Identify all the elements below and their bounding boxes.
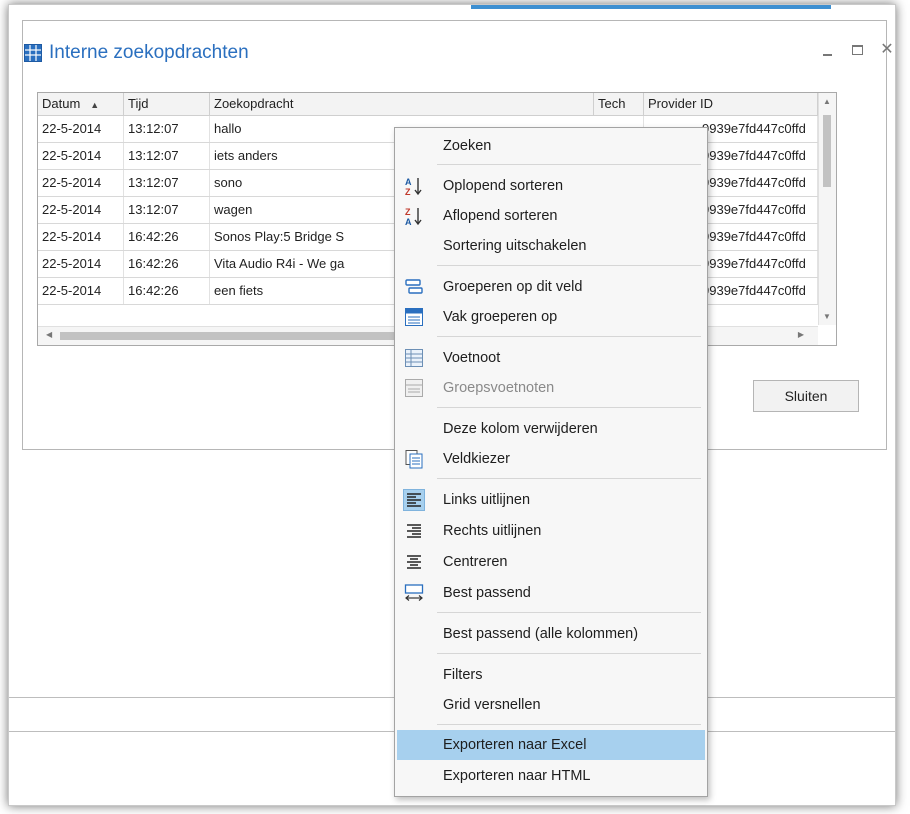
menu-separator	[437, 478, 701, 479]
cell-tijd: 13:12:07	[124, 116, 210, 142]
menu-item-best-fit-all-columns[interactable]: Best passend (alle kolommen)	[397, 619, 705, 649]
scroll-left-icon[interactable]: ◀	[46, 330, 52, 339]
menu-item-group-box[interactable]: Vak groeperen op	[397, 302, 705, 332]
menu-separator	[437, 164, 701, 165]
cell-provider-id: 9939e7fd447c0ffd	[694, 197, 818, 223]
maximize-icon	[851, 45, 863, 55]
context-menu: Zoeken A Z Oplopend sorteren Z A Aflopen…	[394, 127, 708, 797]
cell-datum: 22-5-2014	[38, 197, 124, 223]
svg-text:A: A	[405, 177, 412, 187]
grid-icon	[24, 44, 42, 62]
column-header-tech[interactable]: Tech	[594, 93, 644, 115]
field-chooser-icon	[403, 448, 425, 470]
cell-tijd: 13:12:07	[124, 170, 210, 196]
menu-item-sort-ascending[interactable]: A Z Oplopend sorteren	[397, 171, 705, 201]
sort-ascending-icon: A Z	[403, 175, 425, 197]
minimize-icon	[822, 54, 832, 56]
window-controls: ✕	[820, 42, 894, 58]
cell-tijd: 16:42:26	[124, 251, 210, 277]
group-box-icon	[403, 306, 425, 328]
menu-separator	[437, 653, 701, 654]
menu-item-sort-descending[interactable]: Z A Aflopend sorteren	[397, 201, 705, 231]
close-window-button[interactable]: ✕	[880, 42, 894, 58]
column-header-datum[interactable]: Datum ▲	[38, 93, 124, 115]
cell-provider-id: 9939e7fd447c0ffd	[694, 278, 818, 304]
grid-header: Datum ▲ Tijd Zoekopdracht Tech Provider I…	[38, 93, 818, 116]
maximize-button[interactable]	[850, 42, 864, 58]
group-footer-icon	[403, 377, 425, 399]
menu-item-filters[interactable]: Filters	[397, 660, 705, 690]
cell-datum: 22-5-2014	[38, 224, 124, 250]
menu-item-align-right[interactable]: Rechts uitlijnen	[397, 516, 705, 546]
vertical-scrollbar[interactable]: ▲ ▼	[818, 93, 836, 325]
minimize-button[interactable]	[820, 42, 834, 58]
align-right-icon	[403, 520, 425, 542]
scroll-up-icon[interactable]: ▲	[823, 97, 831, 106]
menu-item-group-by-field[interactable]: Groeperen op dit veld	[397, 272, 705, 302]
cell-tijd: 13:12:07	[124, 197, 210, 223]
column-header-zoekopdracht[interactable]: Zoekopdracht	[210, 93, 594, 115]
column-header-tijd[interactable]: Tijd	[124, 93, 210, 115]
menu-separator	[437, 336, 701, 337]
close-dialog-button[interactable]: Sluiten	[753, 380, 859, 412]
menu-item-best-fit[interactable]: Best passend	[397, 578, 705, 608]
cell-datum: 22-5-2014	[38, 251, 124, 277]
svg-text:Z: Z	[405, 187, 411, 196]
cell-tijd: 16:42:26	[124, 278, 210, 304]
cell-tijd: 16:42:26	[124, 224, 210, 250]
menu-item-speed-up-grid[interactable]: Grid versnellen	[397, 690, 705, 720]
svg-text:Z: Z	[405, 207, 411, 217]
align-left-icon	[403, 489, 425, 511]
cell-provider-id: 9939e7fd447c0ffd	[694, 143, 818, 169]
menu-item-export-html[interactable]: Exporteren naar HTML	[397, 761, 705, 791]
menu-separator	[437, 612, 701, 613]
menu-item-remove-column[interactable]: Deze kolom verwijderen	[397, 414, 705, 444]
sort-ascending-icon: ▲	[90, 100, 100, 110]
align-center-icon	[403, 551, 425, 573]
cell-datum: 22-5-2014	[38, 116, 124, 142]
dialog-title: Interne zoekopdrachten	[49, 42, 249, 63]
dialog-title-bar: Interne zoekopdrachten	[24, 40, 249, 66]
scroll-right-icon[interactable]: ▶	[798, 330, 804, 339]
close-icon: ✕	[880, 41, 894, 58]
cell-provider-id: 9939e7fd447c0ffd	[694, 251, 818, 277]
menu-item-zoeken[interactable]: Zoeken	[397, 131, 705, 161]
column-header-provider-id[interactable]: Provider ID	[644, 93, 818, 115]
menu-separator	[437, 407, 701, 408]
menu-separator	[437, 724, 701, 725]
svg-text:A: A	[405, 217, 412, 226]
vertical-scroll-thumb[interactable]	[823, 115, 831, 187]
menu-item-field-chooser[interactable]: Veldkiezer	[397, 444, 705, 474]
menu-item-clear-sorting[interactable]: Sortering uitschakelen	[397, 231, 705, 261]
cell-provider-id: 9939e7fd447c0ffd	[694, 170, 818, 196]
cell-provider-id: 9939e7fd447c0ffd	[694, 224, 818, 250]
cell-tijd: 13:12:07	[124, 143, 210, 169]
menu-item-footer[interactable]: Voetnoot	[397, 343, 705, 373]
sort-descending-icon: Z A	[403, 205, 425, 227]
cell-datum: 22-5-2014	[38, 278, 124, 304]
top-accent-bar	[471, 5, 831, 9]
menu-item-group-footers: Groepsvoetnoten	[397, 373, 705, 403]
cell-datum: 22-5-2014	[38, 143, 124, 169]
best-fit-icon	[403, 582, 425, 604]
scroll-down-icon[interactable]: ▼	[823, 312, 831, 321]
menu-item-align-center[interactable]: Centreren	[397, 547, 705, 577]
group-by-field-icon	[403, 276, 425, 298]
menu-separator	[437, 265, 701, 266]
menu-item-align-left[interactable]: Links uitlijnen	[397, 485, 705, 515]
menu-item-export-excel[interactable]: Exporteren naar Excel	[397, 730, 705, 760]
cell-datum: 22-5-2014	[38, 170, 124, 196]
footer-icon	[403, 347, 425, 369]
cell-provider-id: 9939e7fd447c0ffd	[694, 116, 818, 142]
